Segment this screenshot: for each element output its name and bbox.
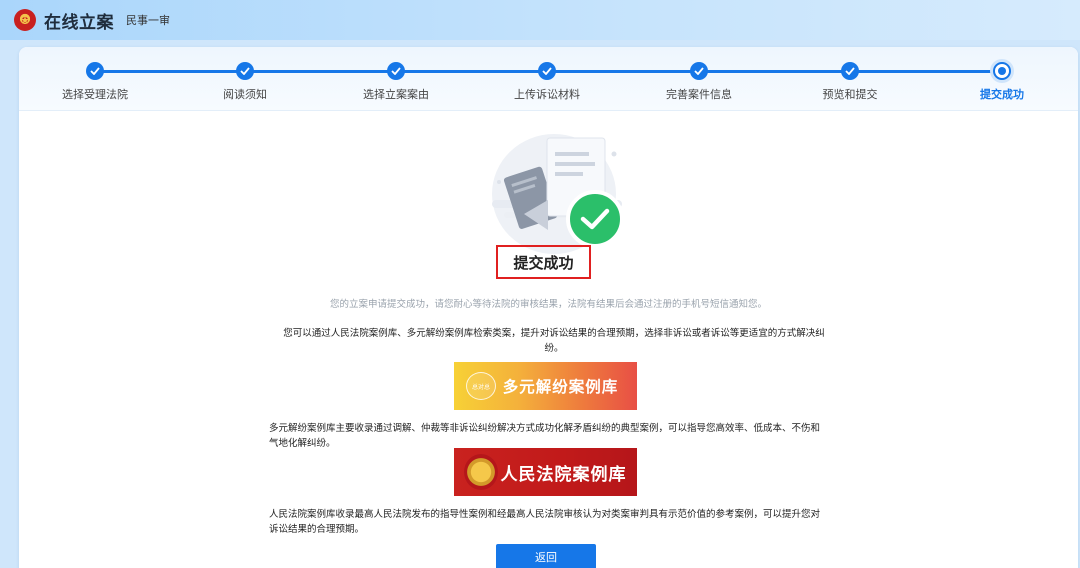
mediation-library-desc: 多元解纷案例库主要收录通过调解、仲裁等非诉讼纠纷解决方式成功化解矛盾纠纷的典型案… xyxy=(269,423,821,449)
court-library-desc: 人民法院案例库收录最高人民法院发布的指导性案例和经最高人民法院审核认为对类案审判… xyxy=(269,509,821,535)
success-check-icon xyxy=(566,190,624,248)
mediation-case-library-banner[interactable]: 总对总 多元解纷案例库 xyxy=(454,362,637,410)
step-read-notice: 阅读须知 xyxy=(170,62,320,102)
step-label: 完善案件信息 xyxy=(666,88,732,101)
check-icon xyxy=(86,62,104,80)
check-icon xyxy=(387,62,405,80)
app-header: 在线立案 民事一审 xyxy=(0,0,1080,40)
step-upload-materials: 上传诉讼材料 xyxy=(472,62,622,102)
check-icon xyxy=(538,62,556,80)
case-search-intro: 您可以通过人民法院案例库、多元解纷案例库检索类案，提升对诉讼结果的合理预期，选择… xyxy=(283,328,825,354)
mediation-banner-label: 多元解纷案例库 xyxy=(502,377,619,396)
check-icon xyxy=(690,62,708,80)
court-banner-label: 人民法院案例库 xyxy=(500,464,627,485)
step-preview-submit: 预览和提交 xyxy=(775,62,925,102)
court-case-library-banner[interactable]: 人民法院案例库 xyxy=(454,448,637,496)
step-select-cause: 选择立案案由 xyxy=(321,62,471,102)
app-title: 在线立案 xyxy=(44,12,114,33)
step-label: 选择立案案由 xyxy=(363,88,429,101)
success-title-highlight: 提交成功 xyxy=(496,245,591,279)
step-label: 选择受理法院 xyxy=(62,88,128,101)
step-label: 上传诉讼材料 xyxy=(514,88,580,101)
court-emblem-icon xyxy=(464,454,498,490)
court-emblem-icon xyxy=(14,9,36,31)
submission-notice: 您的立案申请提交成功，请您耐心等待法院的审核结果，法院有结果后会通过注册的手机号… xyxy=(329,299,767,310)
step-select-court: 选择受理法院 xyxy=(20,62,170,102)
step-submit-success: 提交成功 xyxy=(927,62,1077,102)
progress-steps: 选择受理法院 阅读须知 选择立案案由 上传诉讼材料 完善案件信息 预览和提交 提… xyxy=(19,47,1078,111)
main-card: 选择受理法院 阅读须知 选择立案案由 上传诉讼材料 完善案件信息 预览和提交 提… xyxy=(19,47,1078,568)
step-complete-info: 完善案件信息 xyxy=(624,62,774,102)
success-title: 提交成功 xyxy=(513,253,574,272)
step-label: 预览和提交 xyxy=(822,88,878,101)
step-label: 提交成功 xyxy=(980,88,1024,101)
success-illustration xyxy=(464,122,644,262)
mediation-logo-icon: 总对总 xyxy=(466,372,496,400)
current-step-icon xyxy=(993,62,1011,80)
case-type-label: 民事一审 xyxy=(126,14,170,27)
back-button[interactable]: 返回 xyxy=(496,544,596,568)
check-icon xyxy=(236,62,254,80)
check-icon xyxy=(841,62,859,80)
step-label: 阅读须知 xyxy=(223,88,267,101)
